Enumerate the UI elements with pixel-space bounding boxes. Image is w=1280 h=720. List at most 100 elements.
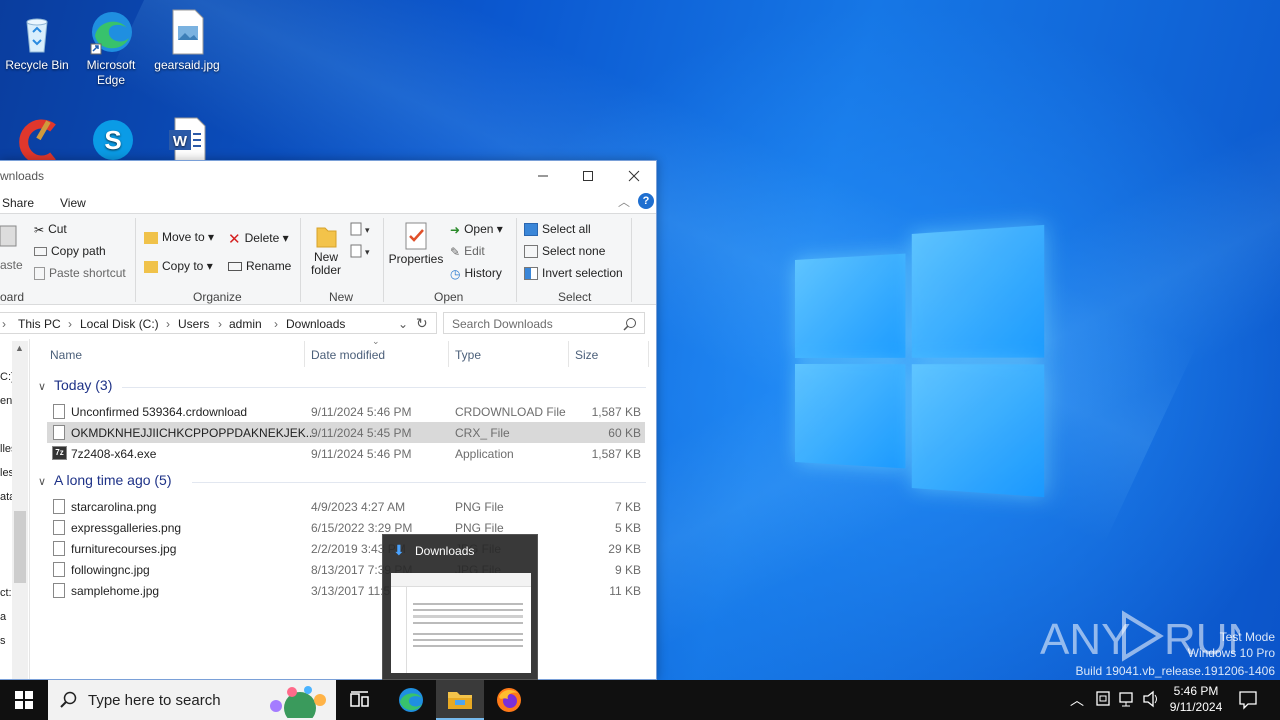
show-hidden-icons-button[interactable]: ︿ <box>1070 690 1084 710</box>
open-button[interactable]: ➜ Open ▾ <box>450 222 503 237</box>
tab-view[interactable]: View <box>60 196 86 210</box>
file-size: 1,587 KB <box>591 447 641 461</box>
nav-item-fragment[interactable]: ct: <box>0 587 12 599</box>
image-file-icon <box>53 541 65 556</box>
move-to-button[interactable]: Move to ▾ <box>144 230 214 244</box>
action-center-button[interactable] <box>1238 690 1258 713</box>
breadcrumb-separator: › <box>166 317 170 331</box>
volume-tray-icon[interactable] <box>1142 690 1160 711</box>
select-all-icon <box>524 223 538 237</box>
search-input[interactable]: Search Downloads <box>443 312 645 334</box>
delete-button[interactable]: ✕ Delete ▾ <box>228 230 289 248</box>
breadcrumb-admin[interactable]: admin <box>229 317 262 331</box>
ccleaner-icon <box>13 116 61 165</box>
taskbar-edge-button[interactable] <box>388 680 434 720</box>
window-title: wnloads <box>0 169 45 183</box>
history-button[interactable]: ◷ History <box>450 266 502 281</box>
skype-shortcut[interactable]: S <box>74 116 148 166</box>
file-row[interactable]: starcarolina.png 4/9/2023 4:27 AM PNG Fi… <box>47 496 645 517</box>
file-row[interactable]: samplehome.jpg 3/13/2017 11:5 11 KB <box>47 580 645 601</box>
cut-button[interactable]: ✂ Cut <box>34 222 67 237</box>
nav-item-fragment[interactable]: a <box>0 611 6 623</box>
clock-button[interactable]: 5:46 PM 9/11/2024 <box>1166 683 1226 715</box>
new-item-button[interactable]: ▾ <box>350 222 374 239</box>
file-row-selected[interactable]: OKMDKNHEJJIICHKCPPOPPDAKNEKJEK... 9/11/2… <box>47 422 645 443</box>
search-icon <box>623 318 636 331</box>
properties-button[interactable]: Properties <box>388 222 444 266</box>
tab-share[interactable]: Share <box>2 196 34 210</box>
taskbar-search-input[interactable]: Type here to search <box>48 680 336 720</box>
column-header-type[interactable]: Type <box>455 348 481 362</box>
column-divider[interactable] <box>648 341 649 367</box>
column-divider[interactable] <box>304 341 305 367</box>
taskbar-firefox-button[interactable] <box>486 680 532 720</box>
select-group-label: Select <box>558 290 592 304</box>
file-row[interactable]: expressgalleries.png 6/15/2022 3:29 PM P… <box>47 517 645 538</box>
start-button[interactable] <box>0 680 48 720</box>
scroll-up-icon[interactable]: ▲ <box>15 343 24 353</box>
refresh-icon[interactable]: ↻ <box>416 315 428 332</box>
paste-shortcut-button[interactable]: Paste shortcut <box>34 266 126 281</box>
delete-label: Delete <box>244 231 280 246</box>
breadcrumb-this-pc[interactable]: This PC <box>18 317 61 331</box>
maximize-button[interactable] <box>565 161 611 191</box>
file-row[interactable]: 7z 7z2408-x64.exe 9/11/2024 5:46 PM Appl… <box>47 443 645 464</box>
ccleaner-shortcut[interactable] <box>0 116 74 166</box>
gearsaid-jpg-file[interactable]: gearsaid.jpg <box>150 8 224 73</box>
rename-label: Rename <box>246 259 292 273</box>
address-dropdown-icon[interactable]: ⌄ <box>398 317 408 331</box>
new-folder-button[interactable]: New folder <box>308 222 344 277</box>
help-icon[interactable]: ? <box>638 193 654 209</box>
task-view-button[interactable] <box>338 680 382 720</box>
group-divider-line <box>192 482 646 483</box>
breadcrumb-separator: › <box>274 317 278 331</box>
group-header-today[interactable]: ∨ Today (3) <box>38 377 112 393</box>
clock-time: 5:46 PM <box>1173 684 1219 698</box>
recycle-bin-shortcut[interactable]: Recycle Bin <box>0 8 74 73</box>
word-document-file[interactable]: W <box>150 116 224 166</box>
network-tray-icon[interactable] <box>1095 690 1111 711</box>
delete-x-icon: ✕ <box>228 231 241 248</box>
breadcrumb-separator: › <box>68 317 72 331</box>
breadcrumb-users[interactable]: Users <box>178 317 209 331</box>
invert-selection-button[interactable]: Invert selection <box>524 266 623 281</box>
new-group-label: New <box>329 290 354 304</box>
copy-path-button[interactable]: Copy path <box>34 244 106 258</box>
file-row[interactable]: furniturecourses.jpg 2/2/2019 3:43 PM JP… <box>47 538 645 559</box>
rename-button[interactable]: Rename <box>228 259 291 273</box>
easy-access-button[interactable]: ▾ <box>350 244 374 261</box>
select-none-button[interactable]: Select none <box>524 244 605 259</box>
copy-to-button[interactable]: Copy to ▾ <box>144 259 213 273</box>
watermark-test-mode: Test Mode <box>1219 630 1275 644</box>
edge-shortcut[interactable]: Microsoft Edge <box>74 8 148 88</box>
column-divider[interactable] <box>448 341 449 367</box>
title-bar[interactable]: wnloads <box>0 161 656 191</box>
breadcrumb-downloads[interactable]: Downloads <box>286 317 345 331</box>
nav-item-fragment[interactable]: s <box>0 635 6 647</box>
nav-scroll-thumb[interactable] <box>14 511 26 583</box>
ribbon-collapse-icon[interactable]: ︿ <box>618 193 630 210</box>
edit-button[interactable]: ✎ Edit <box>450 244 485 259</box>
minimize-button[interactable] <box>520 161 566 191</box>
select-all-button[interactable]: Select all <box>524 222 591 237</box>
copy-to-label: Copy to <box>162 259 204 273</box>
taskbar-file-explorer-button[interactable] <box>436 680 484 720</box>
address-bar[interactable]: › This PC › Local Disk (C:) › Users › ad… <box>0 312 437 334</box>
file-date: 3/13/2017 11:5 <box>311 584 391 598</box>
breadcrumb-local-disk[interactable]: Local Disk (C:) <box>80 317 159 331</box>
group-header-long-ago[interactable]: ∨ A long time ago (5) <box>38 472 172 488</box>
file-row[interactable]: Unconfirmed 539364.crdownload 9/11/2024 … <box>47 401 645 422</box>
column-header-size[interactable]: Size <box>575 348 598 362</box>
rename-icon <box>228 262 242 272</box>
desktop-icon-label: gearsaid.jpg <box>154 58 220 72</box>
column-header-name[interactable]: Name <box>50 348 82 362</box>
taskbar-thumbnail-preview[interactable]: ⬇ Downloads <box>382 534 538 680</box>
column-header-date-modified[interactable]: Date modified <box>311 348 385 362</box>
recycle-bin-icon <box>13 8 61 56</box>
network-tray-icon[interactable] <box>1118 690 1136 711</box>
column-divider[interactable] <box>568 341 569 367</box>
file-row[interactable]: followingnc.jpg 8/13/2017 7:39 PM JPG Fi… <box>47 559 645 580</box>
group-label: Today (3) <box>54 377 113 393</box>
paste-button[interactable] <box>0 222 22 251</box>
close-button[interactable] <box>611 161 656 191</box>
